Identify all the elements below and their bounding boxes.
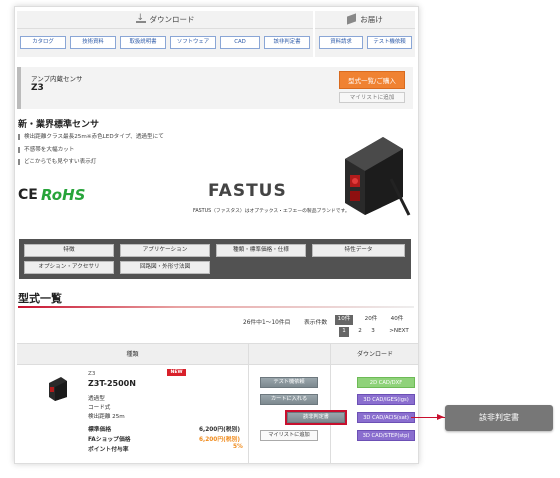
- download-3d-iges-button[interactable]: 3D CAD/IGES(igs): [357, 394, 415, 405]
- column-divider: [330, 343, 331, 463]
- ce-mark-logo: CE: [18, 187, 38, 203]
- result-range: 26件中1〜10件目: [243, 320, 291, 326]
- column-divider: [248, 343, 249, 463]
- feature-bullet: 不感帯を大幅カット: [18, 144, 164, 157]
- download-icon: [135, 9, 146, 27]
- delivery-panel: お届け: [315, 11, 415, 57]
- cad-button[interactable]: CAD: [220, 36, 260, 49]
- list-price-label: 標準価格: [88, 427, 112, 433]
- column-header-actions: [248, 343, 330, 365]
- spec-line: 透過型: [88, 396, 105, 402]
- per-page-20[interactable]: 20件: [362, 315, 380, 325]
- callout-arrow-icon: [437, 414, 444, 420]
- export-determination-row-button[interactable]: 該非判定書: [285, 410, 347, 425]
- fastus-caption: FASTUS（ファスタス）はオプテックス・エフエーの製品ブランドです。: [193, 209, 350, 214]
- spec-line: 検出距離 25m: [88, 414, 125, 420]
- request-materials-button[interactable]: 資料請求: [319, 36, 363, 49]
- model-name[interactable]: Z3T-2500N: [88, 379, 136, 388]
- column-header-type: 種類: [17, 343, 248, 365]
- product-page: ダウンロード カタログ 技術資料 取扱説明書 ソフトウェア CAD 該非判定書 …: [14, 6, 419, 464]
- shop-price-label: FAショップ価格: [88, 437, 131, 443]
- feature-bullet: どこからでも見やすい表示灯: [18, 156, 164, 169]
- software-button[interactable]: ソフトウェア: [170, 36, 216, 49]
- box-icon: [347, 13, 357, 25]
- tab-types-prices-specs[interactable]: 種類・標準価格・仕様: [216, 244, 306, 257]
- feature-bullets: 検出距離クラス最長25m※赤色LEDタイプ、透過型にて 不感帯を大幅カット どこ…: [18, 131, 164, 169]
- feature-bullet: 検出距離クラス最長25m※赤色LEDタイプ、透過型にて: [18, 131, 164, 144]
- per-page-label: 表示件数: [304, 320, 328, 326]
- new-badge: NEW: [167, 369, 186, 376]
- point-rate-value: 5%: [233, 444, 243, 450]
- delivery-title: お届け: [360, 15, 383, 24]
- rohs-logo: RoHS: [41, 186, 86, 204]
- page-3[interactable]: 3: [368, 327, 378, 337]
- model-thumbnail: [49, 377, 67, 401]
- point-rate-label: ポイント付与率: [88, 447, 129, 453]
- spec-line: コード式: [88, 405, 111, 411]
- section-title: 型式一覧: [18, 292, 62, 305]
- next-page-link[interactable]: >NEXT: [385, 327, 413, 337]
- add-to-mylist-row-button[interactable]: マイリストに追加: [260, 430, 318, 441]
- tab-features[interactable]: 特徴: [24, 244, 114, 257]
- download-panel: ダウンロード: [17, 9, 313, 57]
- model-specs: 透過型 コード式 検出距離 25m: [88, 395, 125, 422]
- add-to-mylist-button[interactable]: マイリストに追加: [339, 92, 405, 103]
- sensor-product-image: [345, 137, 411, 216]
- test-unit-request-row-button[interactable]: テスト機依頼: [260, 377, 318, 388]
- add-to-cart-button[interactable]: カートに入れる: [260, 394, 318, 405]
- per-page-10[interactable]: 10件: [335, 315, 353, 325]
- download-2d-dxf-button[interactable]: 2D CAD/DXF: [357, 377, 415, 388]
- fastus-logo: FASTUS: [208, 181, 287, 201]
- list-price-value: 6,200円(税別): [199, 427, 241, 433]
- page-1[interactable]: 1: [339, 327, 349, 337]
- product-category: アンプ内蔵センサ: [31, 75, 83, 83]
- manual-button[interactable]: 取扱説明書: [120, 36, 166, 49]
- tech-docs-button[interactable]: 技術資料: [70, 36, 116, 49]
- download-3d-acis-button[interactable]: 3D CAD/ACIS(sat): [357, 412, 415, 423]
- model-list-purchase-button[interactable]: 型式一覧/ご購入: [339, 71, 405, 89]
- intro-title: 新・業界標準センサ: [18, 120, 100, 130]
- section-underline: [18, 306, 414, 308]
- tab-characteristic-data[interactable]: 特性データ: [312, 244, 405, 257]
- page-2[interactable]: 2: [355, 327, 365, 337]
- model-series: Z3: [88, 371, 96, 377]
- callout-label: 該非判定書: [445, 405, 553, 431]
- test-unit-request-button[interactable]: テスト機依頼: [367, 36, 412, 49]
- download-title: ダウンロード: [149, 15, 195, 24]
- shop-price-value: 6,200円(税別): [199, 437, 241, 443]
- catalog-button[interactable]: カタログ: [20, 36, 66, 49]
- tab-options-accessories[interactable]: オプション・アクセサリ: [24, 261, 114, 274]
- download-3d-step-button[interactable]: 3D CAD/STEP(stp): [357, 430, 415, 441]
- product-name: Z3: [31, 83, 44, 93]
- tab-applications[interactable]: アプリケーション: [120, 244, 210, 257]
- tab-circuit-dimensions[interactable]: 回路図・外形寸法図: [120, 261, 210, 274]
- export-determination-button[interactable]: 該非判定書: [264, 36, 310, 49]
- download-header: ダウンロード: [17, 9, 313, 29]
- column-header-download: ダウンロード: [330, 343, 418, 365]
- per-page-40[interactable]: 40件: [388, 315, 406, 325]
- delivery-header: お届け: [315, 11, 415, 29]
